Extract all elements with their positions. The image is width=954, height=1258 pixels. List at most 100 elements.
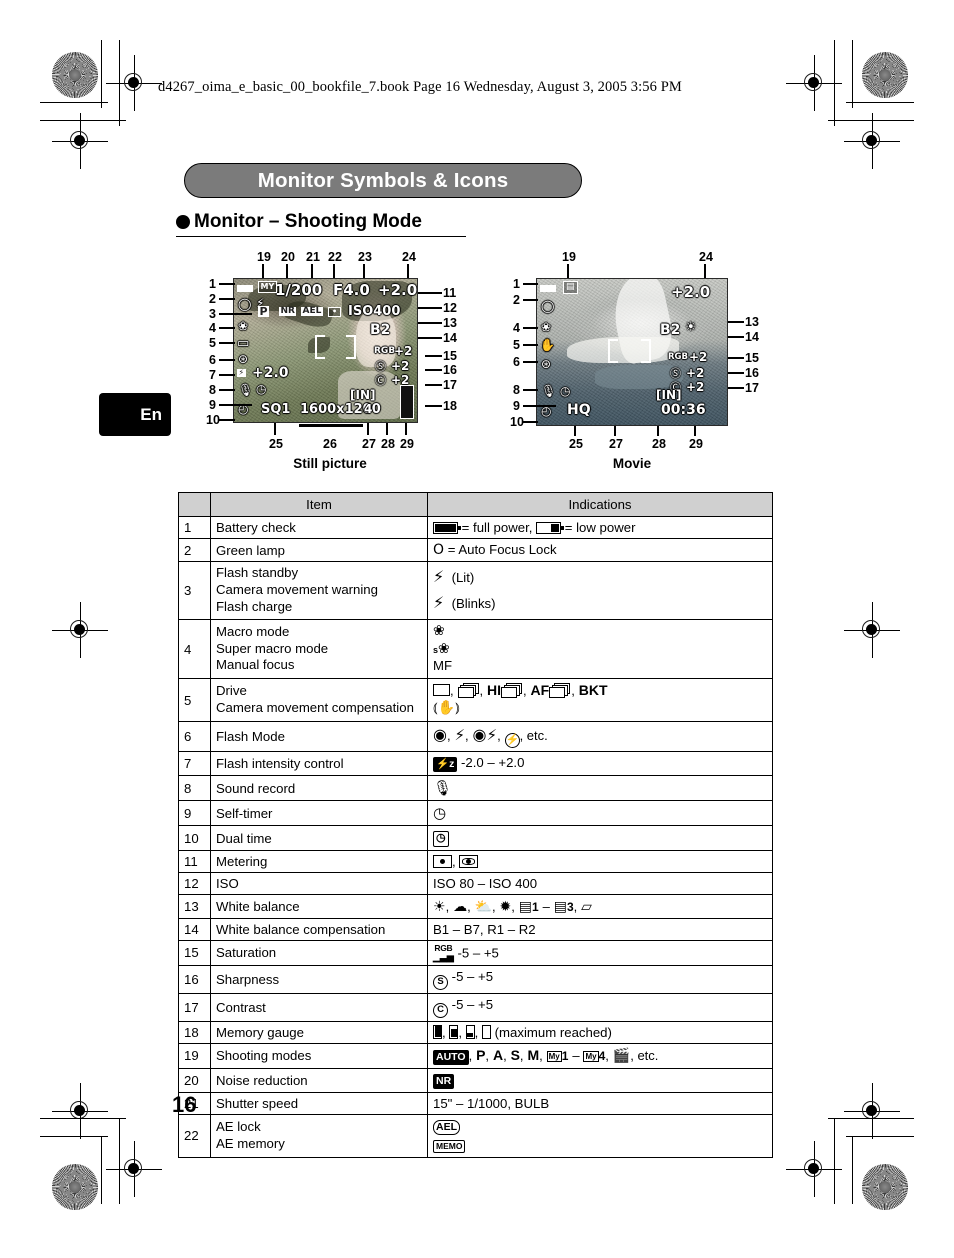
trim-line <box>40 1118 126 1120</box>
rosette-mark-top-right <box>862 52 908 98</box>
callout-movie-25: 25 <box>569 437 583 451</box>
osd-contrast-value: +2 <box>686 380 705 394</box>
af-sequential-label: AF <box>530 682 550 699</box>
macro-flower-icon: ❀ <box>433 622 445 639</box>
callout-4: 4 <box>209 321 216 335</box>
leader-line <box>425 384 442 386</box>
memory-gauge-three-icon <box>449 1024 459 1039</box>
row-indications: AUTO, P, A, S, M, My 1 – My 4, 🎬, etc. <box>427 1042 773 1069</box>
book-header-line: d4267_oima_e_basic_00_bookfile_7.book Pa… <box>158 79 682 95</box>
hi-sequential-icon <box>501 683 523 698</box>
row-number: 9 <box>178 800 211 827</box>
row-item: AE lock AE memory <box>210 1113 428 1158</box>
row-indications: 15" – 1/1000, BULB <box>427 1091 773 1115</box>
callout-10: 10 <box>206 413 220 427</box>
bullet-icon <box>176 215 190 229</box>
osd-green-lamp: ◯ <box>238 297 252 311</box>
single-frame-icon <box>433 684 450 697</box>
row-indications: AEL MEMO <box>427 1113 773 1158</box>
auto-mode-icon: AUTO <box>433 1049 469 1065</box>
leader-line <box>418 292 442 294</box>
trim-line <box>846 1136 914 1138</box>
sequential-icon <box>457 683 480 698</box>
row-item: Drive Camera movement compensation <box>210 678 428 723</box>
sharpness-icon: S <box>433 974 448 990</box>
row-number: 20 <box>178 1067 211 1093</box>
trim-line <box>119 40 121 126</box>
trim-line <box>834 40 836 126</box>
leader-line <box>657 426 659 436</box>
callout-movie-16: 16 <box>745 366 759 380</box>
row-item-line: Macro mode <box>216 623 290 639</box>
saturation-icon: RGB ▁▃▅ <box>433 943 454 962</box>
row-number: 18 <box>178 1020 211 1044</box>
callout-25: 25 <box>269 437 283 451</box>
callout-23: 23 <box>358 250 372 264</box>
osd-drive-icon: ▭ <box>237 336 250 351</box>
rosette-mark-bottom-left <box>52 1164 98 1210</box>
callout-3: 3 <box>209 307 216 321</box>
row-item: Green lamp <box>210 538 428 562</box>
row-item: Metering <box>210 850 428 874</box>
fluorescent-wb-icon: ▤ <box>553 899 567 916</box>
osd-saturation: RGB <box>668 352 689 362</box>
leader-line <box>523 299 538 301</box>
leader-line <box>219 374 235 376</box>
row-indications: 🎙 <box>427 775 773 802</box>
leader-line <box>311 264 313 278</box>
trim-line <box>40 120 126 122</box>
osd-sharpness-icon: Ⓢ <box>670 367 681 380</box>
row-number: 13 <box>178 894 211 920</box>
battery-low-icon <box>536 522 564 534</box>
hi-sequential-label: HI <box>487 682 502 699</box>
row-item-line: Camera movement warning <box>216 581 378 597</box>
cloudy-wb-icon: ☁ <box>453 899 468 916</box>
table-row: 16 Sharpness S -5 – +5 <box>178 964 773 994</box>
callout-movie-15: 15 <box>745 351 759 365</box>
osd-noise-reduction: NR <box>279 306 297 316</box>
callout-movie-2: 2 <box>513 293 520 307</box>
callout-movie-13: 13 <box>745 315 759 329</box>
row-item: Flash intensity control <box>210 751 428 777</box>
row-indications: ◷ <box>427 800 773 827</box>
osd-exposure-compensation: +2.0 <box>378 281 418 299</box>
shade-wb-icon: ⛅ <box>474 899 493 916</box>
self-timer-icon: ◷ <box>433 804 447 823</box>
callout-movie-17: 17 <box>745 381 759 395</box>
my-mode-icon: My <box>546 1050 562 1062</box>
leader-line <box>425 355 442 357</box>
osd-movie-mode-icon: ▤ <box>563 281 578 294</box>
ae-lock-icon: AEL <box>433 1119 460 1135</box>
callout-22: 22 <box>328 250 342 264</box>
row-number: 11 <box>178 850 211 874</box>
row-indications: ⚡z -2.0 – +2.0 <box>427 751 773 777</box>
row-indications: ◷ <box>427 825 773 852</box>
row-number: 14 <box>178 918 211 942</box>
movie-lcd-screen: ▤ +2.0 ◯ ❀ ✋ ⊛ 🎙 ◷ ◴ HQ ☀ B2 RGB +2 Ⓢ +2… <box>536 278 728 426</box>
callout-26: 26 <box>323 437 337 451</box>
flash-off-icon: ⚡ <box>504 733 520 749</box>
trim-line <box>40 102 108 104</box>
row-item-line: AE memory <box>216 1135 285 1151</box>
contrast-icon: C <box>433 1002 448 1018</box>
row-number: 2 <box>178 538 211 562</box>
callout-29: 29 <box>400 437 414 451</box>
callout-17: 17 <box>443 378 457 392</box>
callout-movie-24: 24 <box>699 250 713 264</box>
row-number: 16 <box>178 964 211 994</box>
leader-line <box>219 359 235 361</box>
leader-line <box>728 321 744 323</box>
tungsten-wb-icon: ✹ <box>499 899 512 916</box>
row-number: 6 <box>178 721 211 753</box>
leader-line <box>574 426 576 436</box>
row-item-line: Flash charge <box>216 598 293 614</box>
leader-line <box>728 387 744 389</box>
memory-gauge-full-icon <box>433 1024 442 1039</box>
osd-self-timer-icon: ◷ <box>560 384 571 398</box>
daylight-wb-icon: ☀ <box>433 899 446 916</box>
trim-line <box>828 120 914 122</box>
leader-line <box>219 283 235 285</box>
row-indications: RGB ▁▃▅ -5 – +5 <box>427 940 773 966</box>
leader-line <box>728 357 744 359</box>
movie-mode-icon: 🎬 <box>612 1047 631 1064</box>
